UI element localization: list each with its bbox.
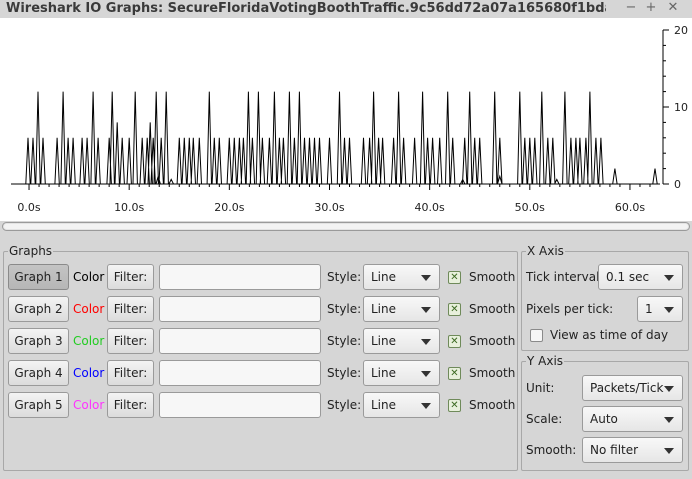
graph-1-button[interactable]: Graph 1 [8, 264, 69, 290]
graph-2-style-label: Style: [327, 302, 362, 316]
graphs-group-legend: Graphs [8, 244, 54, 258]
close-button[interactable]: ✕ [665, 0, 681, 16]
graph-1-smooth-label: Smooth [469, 270, 516, 284]
graph-2-filter-button[interactable]: Filter: [107, 296, 154, 322]
graph-2-color-label[interactable]: Color [73, 302, 104, 316]
graph-1-smooth-checkbox[interactable]: ✕ [448, 271, 461, 284]
io-graph-canvas[interactable]: 0.0s 10.0s 20.0s 30.0s 40.0s 50.0s 60.0s 0 10 20 [0, 18, 692, 221]
x-axis-group-legend: X Axis [526, 244, 565, 258]
graph-5-style-value: Line [371, 398, 397, 412]
x-tick-label: 60.0s [615, 201, 645, 214]
x-tick-label: 0.0s [17, 201, 40, 214]
graph-1-style-select[interactable]: Line [363, 264, 440, 290]
chevron-down-icon [421, 403, 431, 409]
scale-value: Auto [590, 412, 618, 426]
y-tick-label: 0 [674, 178, 681, 191]
graph-3-smooth-checkbox[interactable]: ✕ [448, 335, 461, 348]
graph-3-filter-input[interactable] [159, 328, 321, 354]
graph-3-color-label[interactable]: Color [73, 334, 104, 348]
graph-2-smooth-checkbox[interactable]: ✕ [448, 303, 461, 316]
chevron-down-icon [421, 339, 431, 345]
title-bar[interactable]: Wireshark IO Graphs: SecureFloridaVoting… [0, 0, 692, 18]
y-tick-label: 10 [674, 101, 688, 114]
chevron-down-icon [421, 307, 431, 313]
chevron-down-icon [664, 448, 674, 454]
graph-2-filter-input[interactable] [159, 296, 321, 322]
graph-3-filter-button[interactable]: Filter: [107, 328, 154, 354]
scale-select[interactable]: Auto [582, 406, 683, 432]
graph-5-filter-input[interactable] [159, 392, 321, 418]
graph-1-color-label[interactable]: Color [73, 270, 104, 284]
graph-3-smooth-label: Smooth [469, 334, 516, 348]
unit-label: Unit: [526, 381, 555, 395]
graph-2-style-value: Line [371, 302, 397, 316]
unit-select[interactable]: Packets/Tick [582, 375, 683, 401]
graph-3-style-select[interactable]: Line [363, 328, 440, 354]
graph-4-style-label: Style: [327, 366, 362, 380]
y-smooth-select[interactable]: No filter [582, 437, 683, 463]
chevron-down-icon [421, 275, 431, 281]
pixels-per-tick-label: Pixels per tick: [526, 302, 614, 316]
graph-4-style-select[interactable]: Line [363, 360, 440, 386]
x-tick-label: 20.0s [214, 201, 244, 214]
graph-1-style-label: Style: [327, 270, 362, 284]
graph-3-style-label: Style: [327, 334, 362, 348]
graph-5-smooth-checkbox[interactable]: ✕ [448, 399, 461, 412]
graph-5-style-select[interactable]: Line [363, 392, 440, 418]
graph-4-smooth-checkbox[interactable]: ✕ [448, 367, 461, 380]
y-tick-label: 20 [674, 24, 688, 37]
unit-value: Packets/Tick [590, 381, 664, 395]
graph-2-style-select[interactable]: Line [363, 296, 440, 322]
scale-label: Scale: [526, 412, 563, 426]
chevron-down-icon [664, 307, 674, 313]
x-tick-label: 50.0s [515, 201, 545, 214]
minimize-button[interactable]: − [623, 0, 639, 16]
chevron-down-icon [664, 386, 674, 392]
tick-interval-label: Tick interval: [526, 270, 604, 284]
y-axis-group-legend: Y Axis [526, 354, 565, 368]
graph-4-filter-input[interactable] [159, 360, 321, 386]
graph-4-color-label[interactable]: Color [73, 366, 104, 380]
graph-5-style-label: Style: [327, 398, 362, 412]
graph-5-smooth-label: Smooth [469, 398, 516, 412]
x-tick-label: 30.0s [314, 201, 344, 214]
graph-1-filter-input[interactable] [159, 264, 321, 290]
view-as-time-label: View as time of day [550, 328, 669, 342]
series-line [11, 91, 660, 185]
chevron-down-icon [664, 417, 674, 423]
x-tick-label: 40.0s [415, 201, 445, 214]
graph-5-color-label[interactable]: Color [73, 398, 104, 412]
graph-4-smooth-label: Smooth [469, 366, 516, 380]
graph-5-button[interactable]: Graph 5 [8, 392, 69, 418]
graph-1-filter-button[interactable]: Filter: [107, 264, 154, 290]
graph-4-style-value: Line [371, 366, 397, 380]
graph-2-smooth-label: Smooth [469, 302, 516, 316]
graph-1-style-value: Line [371, 270, 397, 284]
pixels-per-tick-select[interactable]: 1 [637, 296, 683, 322]
graph-4-filter-button[interactable]: Filter: [107, 360, 154, 386]
view-as-time-checkbox[interactable] [530, 329, 543, 342]
io-graph-chart: 0.0s 10.0s 20.0s 30.0s 40.0s 50.0s 60.0s 0 10 20 [11, 24, 688, 214]
tick-interval-select[interactable]: 0.1 sec [598, 264, 683, 290]
graph-4-button[interactable]: Graph 4 [8, 360, 69, 386]
scrollbar-thumb[interactable] [4, 224, 688, 229]
graph-3-button[interactable]: Graph 3 [8, 328, 69, 354]
chevron-down-icon [664, 275, 674, 281]
maximize-button[interactable]: + [643, 0, 659, 16]
graph-horizontal-scrollbar[interactable] [2, 222, 690, 231]
window-title: Wireshark IO Graphs: SecureFloridaVoting… [6, 1, 606, 16]
x-tick-label: 10.0s [114, 201, 144, 214]
y-smooth-value: No filter [590, 443, 639, 457]
chevron-down-icon [421, 371, 431, 377]
graph-5-filter-button[interactable]: Filter: [107, 392, 154, 418]
graph-3-style-value: Line [371, 334, 397, 348]
pixels-per-tick-value: 1 [645, 302, 653, 316]
graph-2-button[interactable]: Graph 2 [8, 296, 69, 322]
tick-interval-value: 0.1 sec [606, 270, 650, 284]
y-smooth-label: Smooth: [526, 443, 577, 457]
